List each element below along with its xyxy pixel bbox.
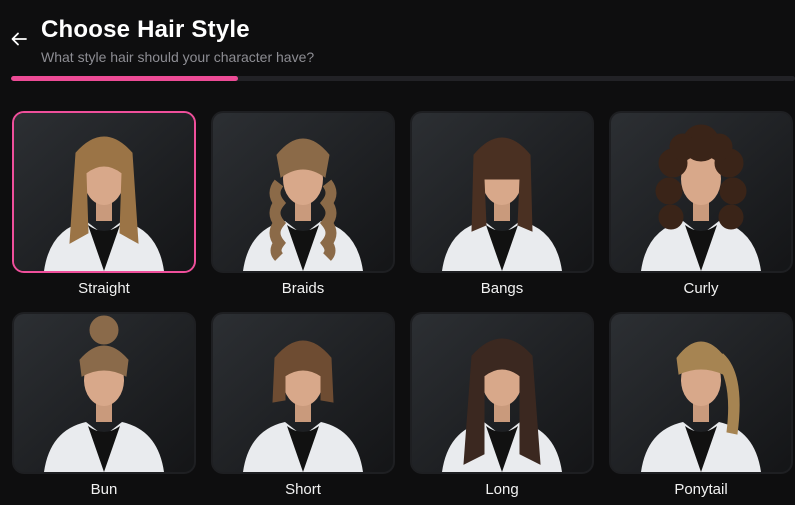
- hair-style-label: Braids: [281, 280, 325, 297]
- portrait-image: [213, 314, 393, 472]
- hair-style-label: Long: [485, 481, 519, 498]
- hair-style-option-ponytail[interactable]: Ponytail: [609, 312, 793, 505]
- portrait-image: [611, 314, 791, 472]
- hair-style-option-bun[interactable]: Bun: [12, 312, 196, 505]
- portrait-image: [14, 113, 194, 271]
- hair-style-thumbnail: [12, 312, 196, 474]
- hair-style-option-braids[interactable]: Braids: [211, 111, 395, 312]
- portrait-image: [412, 113, 592, 271]
- portrait-image: [213, 113, 393, 271]
- portrait-image: [611, 113, 791, 271]
- hair-style-label: Short: [285, 481, 321, 498]
- page-title: Choose Hair Style: [41, 16, 250, 43]
- hair-style-thumbnail: [410, 111, 594, 273]
- hair-style-label: Curly: [683, 280, 719, 297]
- portrait-image: [14, 314, 194, 472]
- hair-style-label: Straight: [78, 280, 130, 297]
- hair-style-option-short[interactable]: Short: [211, 312, 395, 505]
- hair-style-thumbnail: [211, 111, 395, 273]
- hair-style-thumbnail: [609, 111, 793, 273]
- hair-style-option-straight[interactable]: Straight: [12, 111, 196, 312]
- hair-style-thumbnail: [211, 312, 395, 474]
- hair-style-option-long[interactable]: Long: [410, 312, 594, 505]
- hair-style-thumbnail: [609, 312, 793, 474]
- hair-style-thumbnail: [410, 312, 594, 474]
- back-button[interactable]: [8, 28, 30, 50]
- hair-style-grid: Straight Braids Bangs Curly Bun Short Lo…: [12, 111, 793, 505]
- progress-bar-fill: [11, 76, 239, 81]
- progress-bar: [11, 76, 795, 81]
- portrait-image: [412, 314, 592, 472]
- hair-style-thumbnail: [12, 111, 196, 273]
- hair-style-option-curly[interactable]: Curly: [609, 111, 793, 312]
- arrow-left-icon: [11, 32, 27, 46]
- hair-style-page: Choose Hair Style What style hair should…: [0, 0, 795, 505]
- hair-style-label: Bun: [90, 481, 118, 498]
- hair-style-label: Ponytail: [674, 481, 728, 498]
- hair-style-option-bangs[interactable]: Bangs: [410, 111, 594, 312]
- hair-style-label: Bangs: [480, 280, 524, 297]
- page-subtitle: What style hair should your character ha…: [41, 49, 315, 65]
